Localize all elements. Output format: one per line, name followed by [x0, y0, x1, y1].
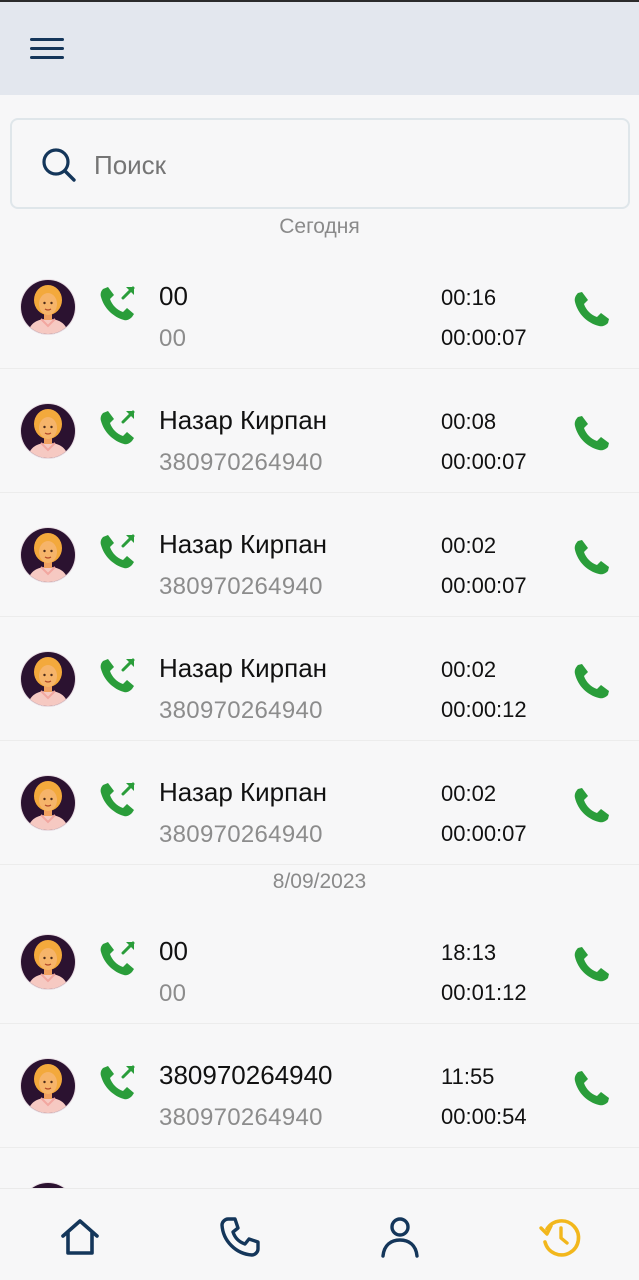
call-number: 380970264940 — [159, 573, 323, 600]
call-time: 11:55 — [441, 1064, 495, 1089]
call-name: Назар Кирпан — [159, 405, 328, 435]
home-icon[interactable] — [58, 1215, 102, 1259]
phone-icon[interactable] — [570, 536, 612, 578]
call-name: 00 — [159, 936, 188, 966]
call-row[interactable]: Назар Кирпан 380970264940 00:02 00:00:07 — [0, 493, 639, 617]
outgoing-call-icon — [100, 658, 135, 693]
search-box — [10, 118, 630, 209]
avatar — [20, 651, 76, 707]
avatar — [20, 1058, 76, 1114]
call-row[interactable]: 00 00 18:13 00:01:12 — [0, 900, 639, 1024]
search-input[interactable] — [94, 144, 594, 186]
avatar — [20, 279, 76, 335]
call-row[interactable]: Назар Кирпан 380970264940 00:02 00:00:12 — [0, 617, 639, 741]
call-duration: 00:00:12 — [441, 697, 527, 722]
phone-icon[interactable] — [570, 288, 612, 330]
section-date-2023-09-08: 8/09/2023 — [272, 870, 367, 893]
call-name: 380970264940 — [159, 1060, 333, 1090]
call-row[interactable]: Назар Кирпан 380970264940 00:02 00:00:07 — [0, 741, 639, 865]
call-name: Назар Кирпан — [159, 653, 328, 683]
app-header — [0, 0, 639, 95]
bottom-nav — [0, 1188, 639, 1280]
phone-icon[interactable] — [570, 660, 612, 702]
call-duration: 00:00:54 — [441, 1104, 527, 1129]
call-time: 00:02 — [441, 657, 497, 682]
phone-icon[interactable] — [570, 943, 612, 985]
call-time: 00:16 — [441, 285, 497, 310]
avatar — [20, 775, 76, 831]
avatar — [20, 527, 76, 583]
call-time: 18:13 — [441, 940, 497, 965]
call-number: 00 — [159, 325, 187, 352]
search-icon — [42, 148, 76, 182]
history-icon[interactable] — [538, 1215, 582, 1259]
outgoing-call-icon — [100, 941, 135, 976]
call-number: 00 — [159, 980, 187, 1007]
call-number: 380970264940 — [159, 821, 323, 848]
avatar — [20, 934, 76, 990]
outgoing-call-icon — [100, 782, 135, 817]
call-time: 00:08 — [441, 409, 497, 434]
call-duration: 00:00:07 — [441, 573, 527, 598]
call-duration: 00:01:12 — [441, 980, 527, 1005]
call-number: 380970264940 — [159, 449, 323, 476]
call-duration: 00:00:07 — [441, 325, 527, 350]
call-duration: 00:00:07 — [441, 449, 527, 474]
phone-icon[interactable] — [218, 1215, 262, 1259]
call-name: 00 — [159, 281, 188, 311]
call-time: 00:02 — [441, 781, 497, 806]
call-name: Назар Кирпан — [159, 777, 328, 807]
menu-icon[interactable] — [30, 38, 64, 64]
call-number: 380970264940 — [159, 1104, 323, 1131]
person-icon[interactable] — [378, 1215, 422, 1259]
call-duration: 00:00:07 — [441, 821, 527, 846]
section-date-today: Сегодня — [279, 215, 360, 238]
call-number: 380970264940 — [159, 697, 323, 724]
outgoing-call-icon — [100, 410, 135, 445]
outgoing-call-icon — [100, 286, 135, 321]
phone-icon[interactable] — [570, 1067, 612, 1109]
call-name: Назар Кирпан — [159, 529, 328, 559]
call-row[interactable]: 380970264940 380970264940 11:55 00:00:54 — [0, 1024, 639, 1148]
avatar — [20, 403, 76, 459]
call-row[interactable]: Назар Кирпан 380970264940 00:08 00:00:07 — [0, 369, 639, 493]
call-time: 00:02 — [441, 533, 497, 558]
phone-icon[interactable] — [570, 784, 612, 826]
outgoing-call-icon — [100, 1065, 135, 1100]
phone-icon[interactable] — [570, 412, 612, 454]
call-row[interactable]: 00 00 00:16 00:00:07 — [0, 245, 639, 369]
outgoing-call-icon — [100, 534, 135, 569]
